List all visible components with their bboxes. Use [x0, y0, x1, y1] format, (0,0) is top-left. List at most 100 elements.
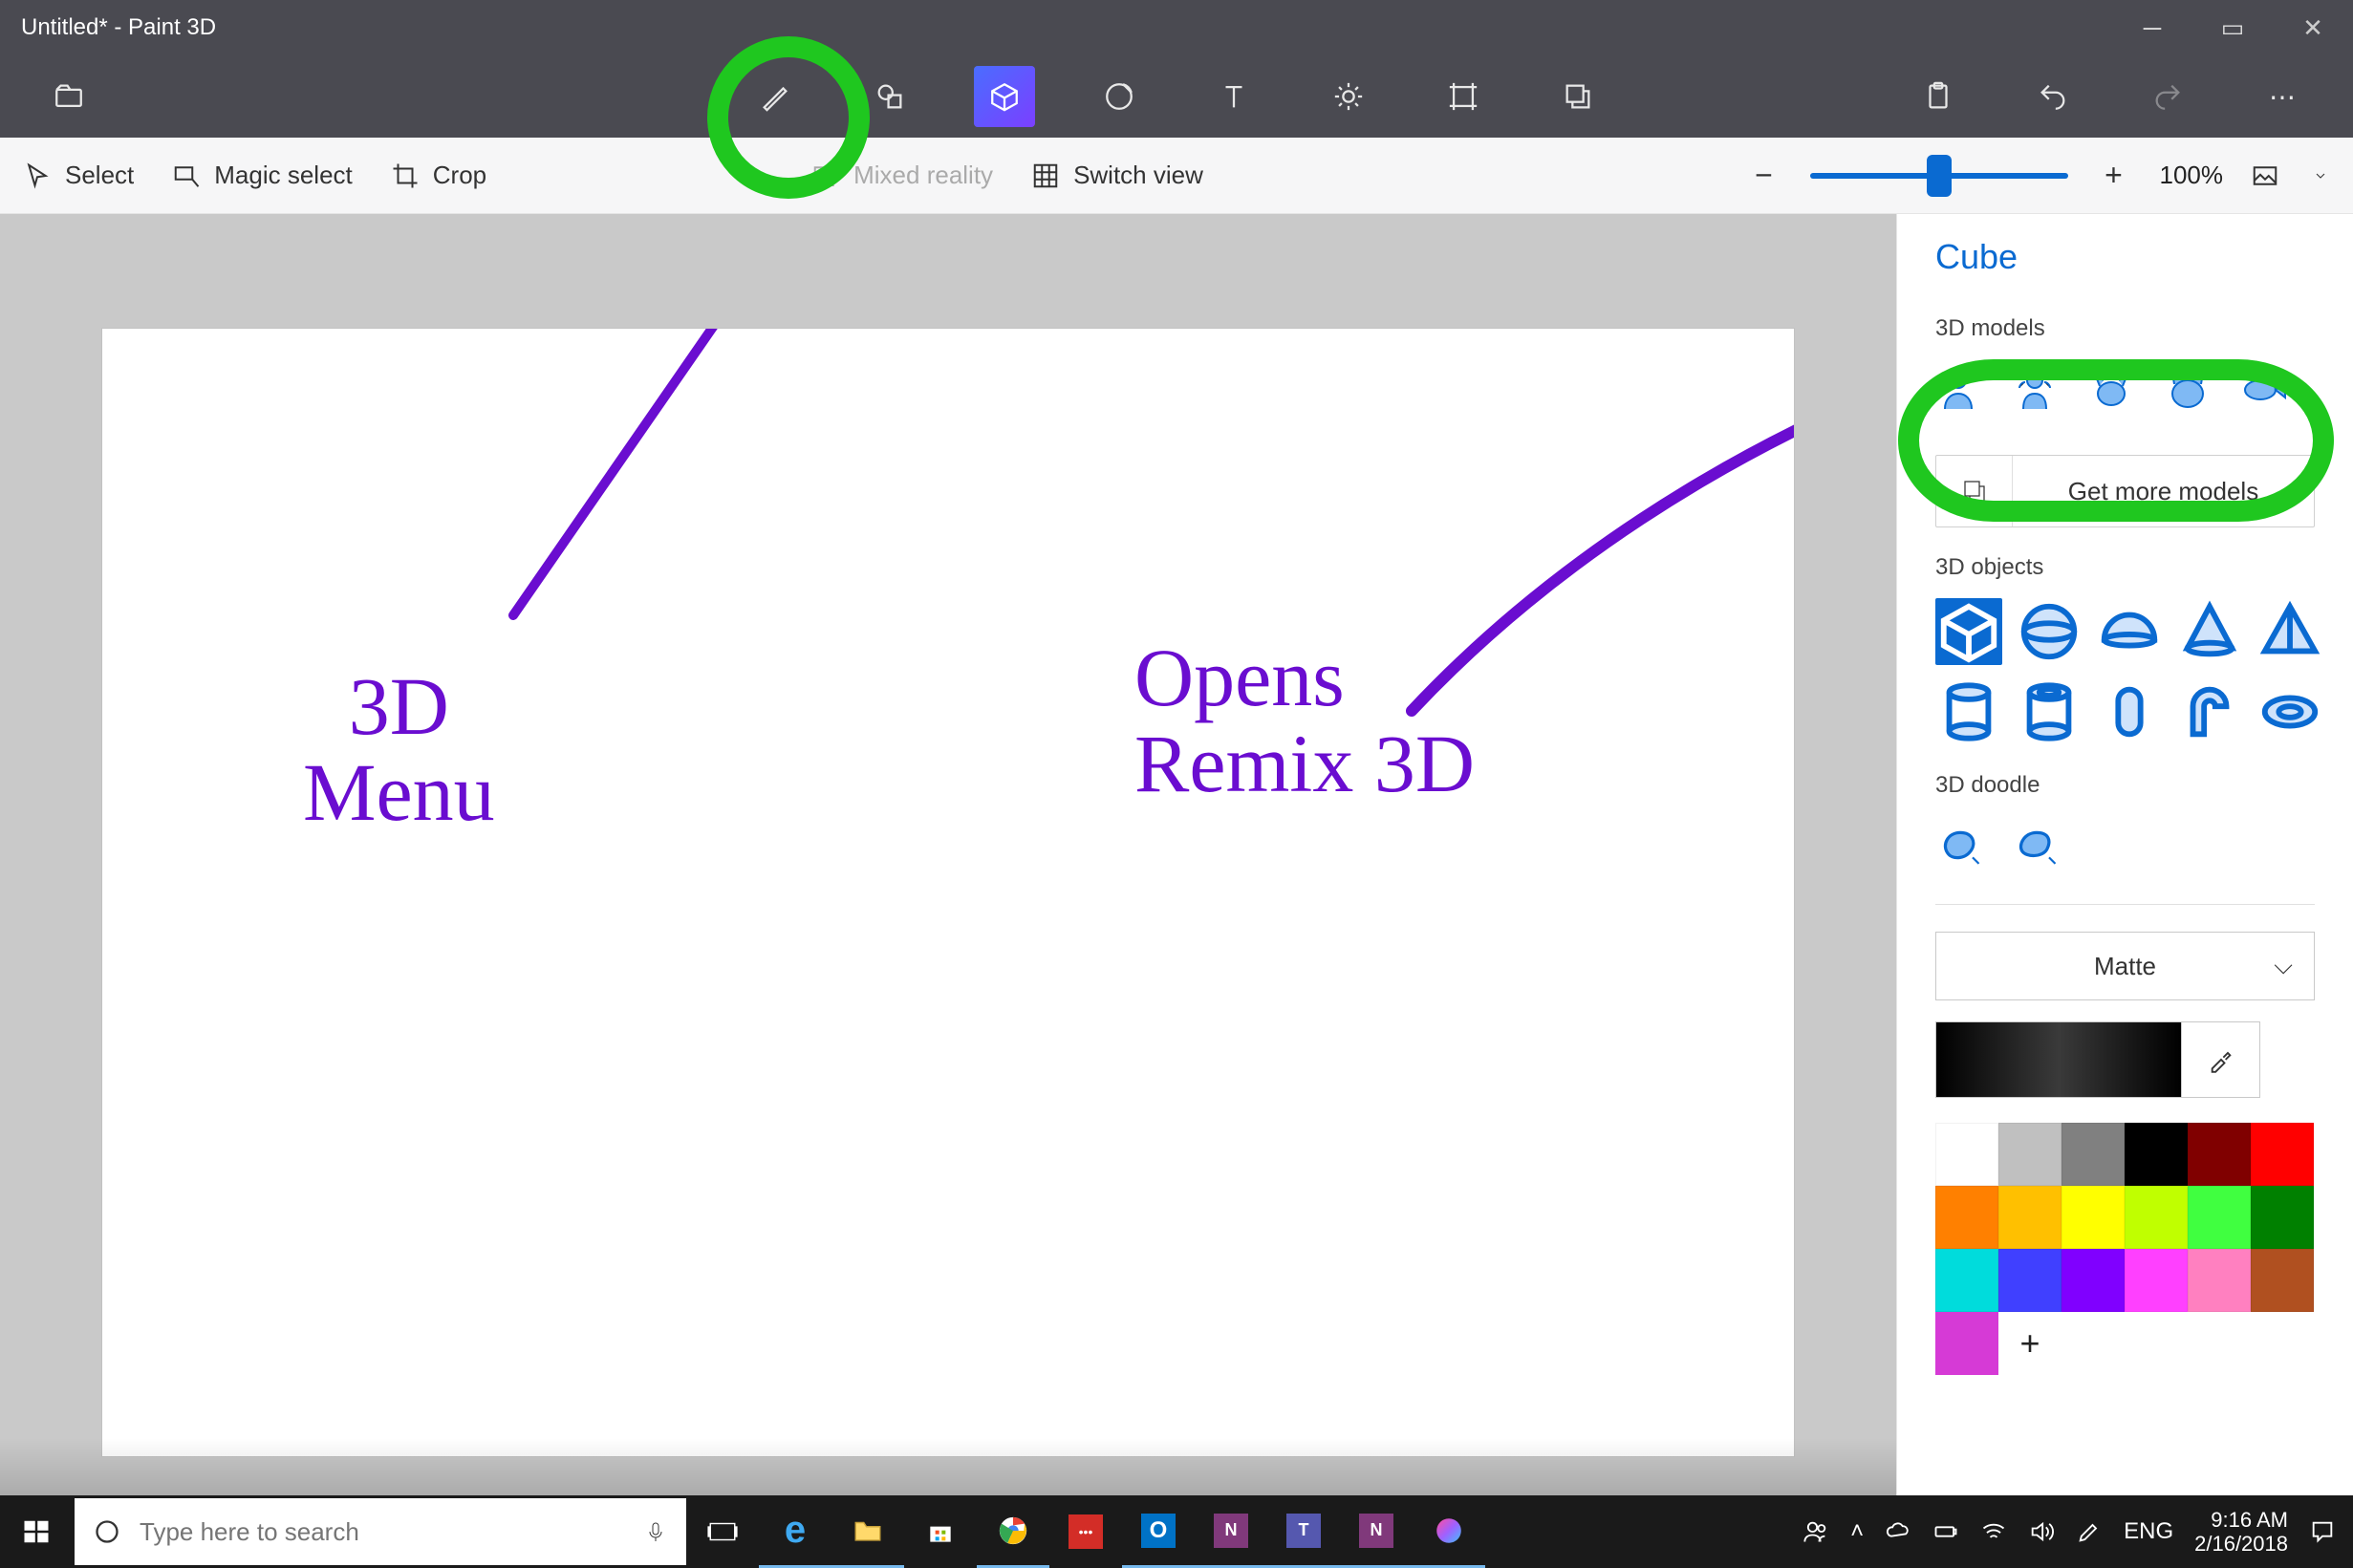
action-center-icon[interactable]: [2309, 1518, 2336, 1545]
color-swatch[interactable]: [2251, 1186, 2314, 1249]
more-button[interactable]: ⋯: [2252, 66, 2313, 127]
brushes-tool[interactable]: [745, 66, 806, 127]
task-view-button[interactable]: [686, 1495, 759, 1568]
menu-button[interactable]: [38, 66, 99, 127]
mic-icon[interactable]: [644, 1520, 667, 1543]
3d-shapes-tool[interactable]: [974, 66, 1035, 127]
material-select[interactable]: Matte ⌵: [1935, 932, 2315, 1000]
volume-icon[interactable]: [2028, 1518, 2055, 1545]
shapes2d-icon: [874, 80, 906, 113]
switch-view-tool[interactable]: Switch view: [1031, 161, 1203, 190]
model-dog-icon[interactable]: [2088, 367, 2134, 413]
canvas[interactable]: 3D Menu Opens Remix 3D: [102, 329, 1794, 1456]
lastpass-app[interactable]: •••: [1049, 1495, 1122, 1568]
maximize-button[interactable]: ▭: [2192, 0, 2273, 55]
doodle-soft-icon[interactable]: [1935, 816, 1985, 866]
get-more-models-button[interactable]: Get more models: [1935, 455, 2315, 527]
3d-library-tool[interactable]: [1547, 66, 1608, 127]
battery-icon[interactable]: [1932, 1518, 1959, 1545]
model-woman-icon[interactable]: [2012, 367, 2058, 413]
stickers-tool[interactable]: [1089, 66, 1150, 127]
outlook-app[interactable]: O: [1122, 1495, 1195, 1568]
model-cat-icon[interactable]: [2165, 367, 2211, 413]
paint3d-app[interactable]: [1413, 1495, 1485, 1568]
close-button[interactable]: ✕: [2273, 0, 2353, 55]
object-hemisphere[interactable]: [2096, 598, 2163, 665]
teams-app[interactable]: T: [1267, 1495, 1340, 1568]
language-indicator[interactable]: ENG: [2124, 1518, 2173, 1545]
add-color-button[interactable]: +: [1998, 1312, 2062, 1375]
undo-button[interactable]: [2022, 66, 2083, 127]
paste-button[interactable]: [1908, 66, 1969, 127]
zoom-out-button[interactable]: −: [1745, 157, 1783, 195]
canvas-area[interactable]: 3D Menu Opens Remix 3D: [0, 214, 1896, 1495]
onedrive-icon[interactable]: [1885, 1518, 1911, 1545]
tray-expand-icon[interactable]: ˄: [1850, 1518, 1864, 1545]
clock[interactable]: 9:16 AM 2/16/2018: [2194, 1508, 2288, 1557]
color-swatch[interactable]: [1935, 1186, 1998, 1249]
fit-to-screen-button[interactable]: [2250, 161, 2280, 191]
object-tube[interactable]: [2016, 678, 2083, 745]
zoom-slider[interactable]: [1810, 173, 2068, 179]
object-cube[interactable]: [1935, 598, 2002, 665]
taskbar: e ••• O N T N ˄ ENG 9:16 AM 2/16/2018: [0, 1495, 2353, 1568]
eyedropper-button[interactable]: [2182, 1021, 2260, 1098]
search-input[interactable]: [140, 1517, 625, 1547]
text-tool[interactable]: [1203, 66, 1264, 127]
object-torus[interactable]: [2256, 678, 2323, 745]
color-swatch[interactable]: [2188, 1186, 2251, 1249]
color-swatch[interactable]: [2062, 1249, 2125, 1312]
mixed-reality-tool[interactable]: Mixed reality: [811, 161, 993, 190]
doodle-sharp-icon[interactable]: [2012, 816, 2062, 866]
chrome-app[interactable]: [977, 1495, 1049, 1568]
pen-icon[interactable]: [2076, 1518, 2103, 1545]
color-swatch[interactable]: [1935, 1249, 1998, 1312]
model-fish-icon[interactable]: [2241, 367, 2287, 413]
crop-tool[interactable]: Crop: [391, 161, 486, 190]
file-explorer-app[interactable]: [831, 1495, 904, 1568]
chevron-down-icon: [2313, 168, 2328, 183]
color-swatch[interactable]: [1935, 1123, 1998, 1186]
store-app[interactable]: [904, 1495, 977, 1568]
effects-tool[interactable]: [1318, 66, 1379, 127]
object-cylinder[interactable]: [1935, 678, 2002, 745]
zoom-dropdown[interactable]: [2311, 166, 2330, 185]
model-man-icon[interactable]: [1935, 367, 1981, 413]
edge-app[interactable]: e: [759, 1495, 831, 1568]
windows-icon: [22, 1517, 51, 1546]
eyedropper-icon: [2208, 1046, 2234, 1073]
color-swatch[interactable]: [1998, 1186, 2062, 1249]
zoom-in-button[interactable]: +: [2095, 157, 2133, 195]
current-color-swatch[interactable]: [1935, 1021, 2182, 1098]
select-tool[interactable]: Select: [23, 161, 134, 190]
color-swatch[interactable]: [2251, 1249, 2314, 1312]
object-curved-cylinder[interactable]: [2176, 678, 2243, 745]
color-swatch[interactable]: [2062, 1123, 2125, 1186]
object-capsule[interactable]: [2096, 678, 2163, 745]
color-swatch[interactable]: [1998, 1123, 2062, 1186]
color-swatch[interactable]: [2125, 1123, 2188, 1186]
color-swatch[interactable]: [2125, 1249, 2188, 1312]
people-icon[interactable]: [1803, 1518, 1829, 1545]
ribbon: ⋯: [0, 55, 2353, 138]
minimize-button[interactable]: ─: [2112, 0, 2192, 55]
start-button[interactable]: [0, 1495, 73, 1568]
object-pyramid[interactable]: [2256, 598, 2323, 665]
color-swatch[interactable]: [1998, 1249, 2062, 1312]
color-swatch[interactable]: [2188, 1249, 2251, 1312]
canvas-tool[interactable]: [1433, 66, 1494, 127]
search-box[interactable]: [75, 1498, 686, 1565]
custom-color-swatch[interactable]: [1935, 1312, 1998, 1375]
redo-button[interactable]: [2137, 66, 2198, 127]
onenote-app[interactable]: N: [1195, 1495, 1267, 1568]
color-swatch[interactable]: [2188, 1123, 2251, 1186]
magic-select-tool[interactable]: Magic select: [172, 161, 353, 190]
2d-shapes-tool[interactable]: [859, 66, 920, 127]
object-cone[interactable]: [2176, 598, 2243, 665]
color-swatch[interactable]: [2251, 1123, 2314, 1186]
wifi-icon[interactable]: [1980, 1518, 2007, 1545]
color-swatch[interactable]: [2125, 1186, 2188, 1249]
onenote2-app[interactable]: N: [1340, 1495, 1413, 1568]
color-swatch[interactable]: [2062, 1186, 2125, 1249]
object-sphere[interactable]: [2016, 598, 2083, 665]
